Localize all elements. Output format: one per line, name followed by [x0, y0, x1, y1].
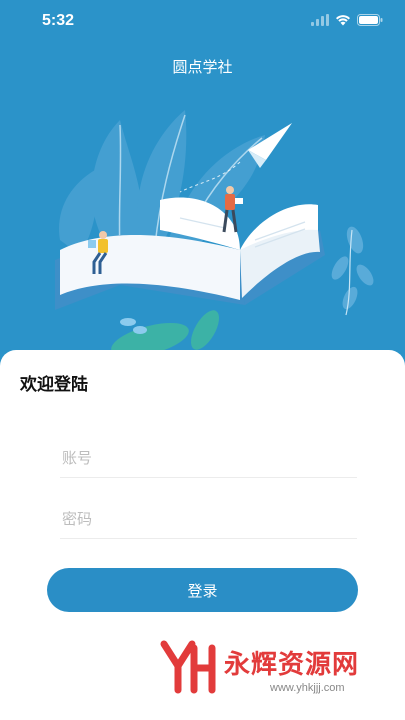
status-icons [311, 14, 383, 26]
signal-icon [311, 14, 329, 26]
welcome-heading: 欢迎登陆 [20, 375, 88, 395]
status-time: 5:32 [42, 12, 75, 29]
watermark-url: www.yhkjjj.com [270, 682, 345, 694]
password-input[interactable] [60, 499, 357, 539]
watermark: 永辉资源网 www.yhkjjj.com [158, 638, 388, 718]
watermark-logo-icon [160, 640, 216, 694]
battery-icon [357, 14, 383, 26]
watermark-name: 永辉资源网 [224, 650, 360, 680]
login-card: 欢迎登陆 登录 永辉资源网 www.yhkjjj.com [0, 350, 405, 720]
wifi-icon [336, 15, 350, 26]
open-book-illustration [55, 110, 374, 358]
page-title: 圆点学社 [172, 58, 233, 76]
account-input[interactable] [60, 438, 357, 478]
status-bar: 5:32 [0, 0, 405, 44]
login-button[interactable]: 登录 [47, 568, 358, 612]
